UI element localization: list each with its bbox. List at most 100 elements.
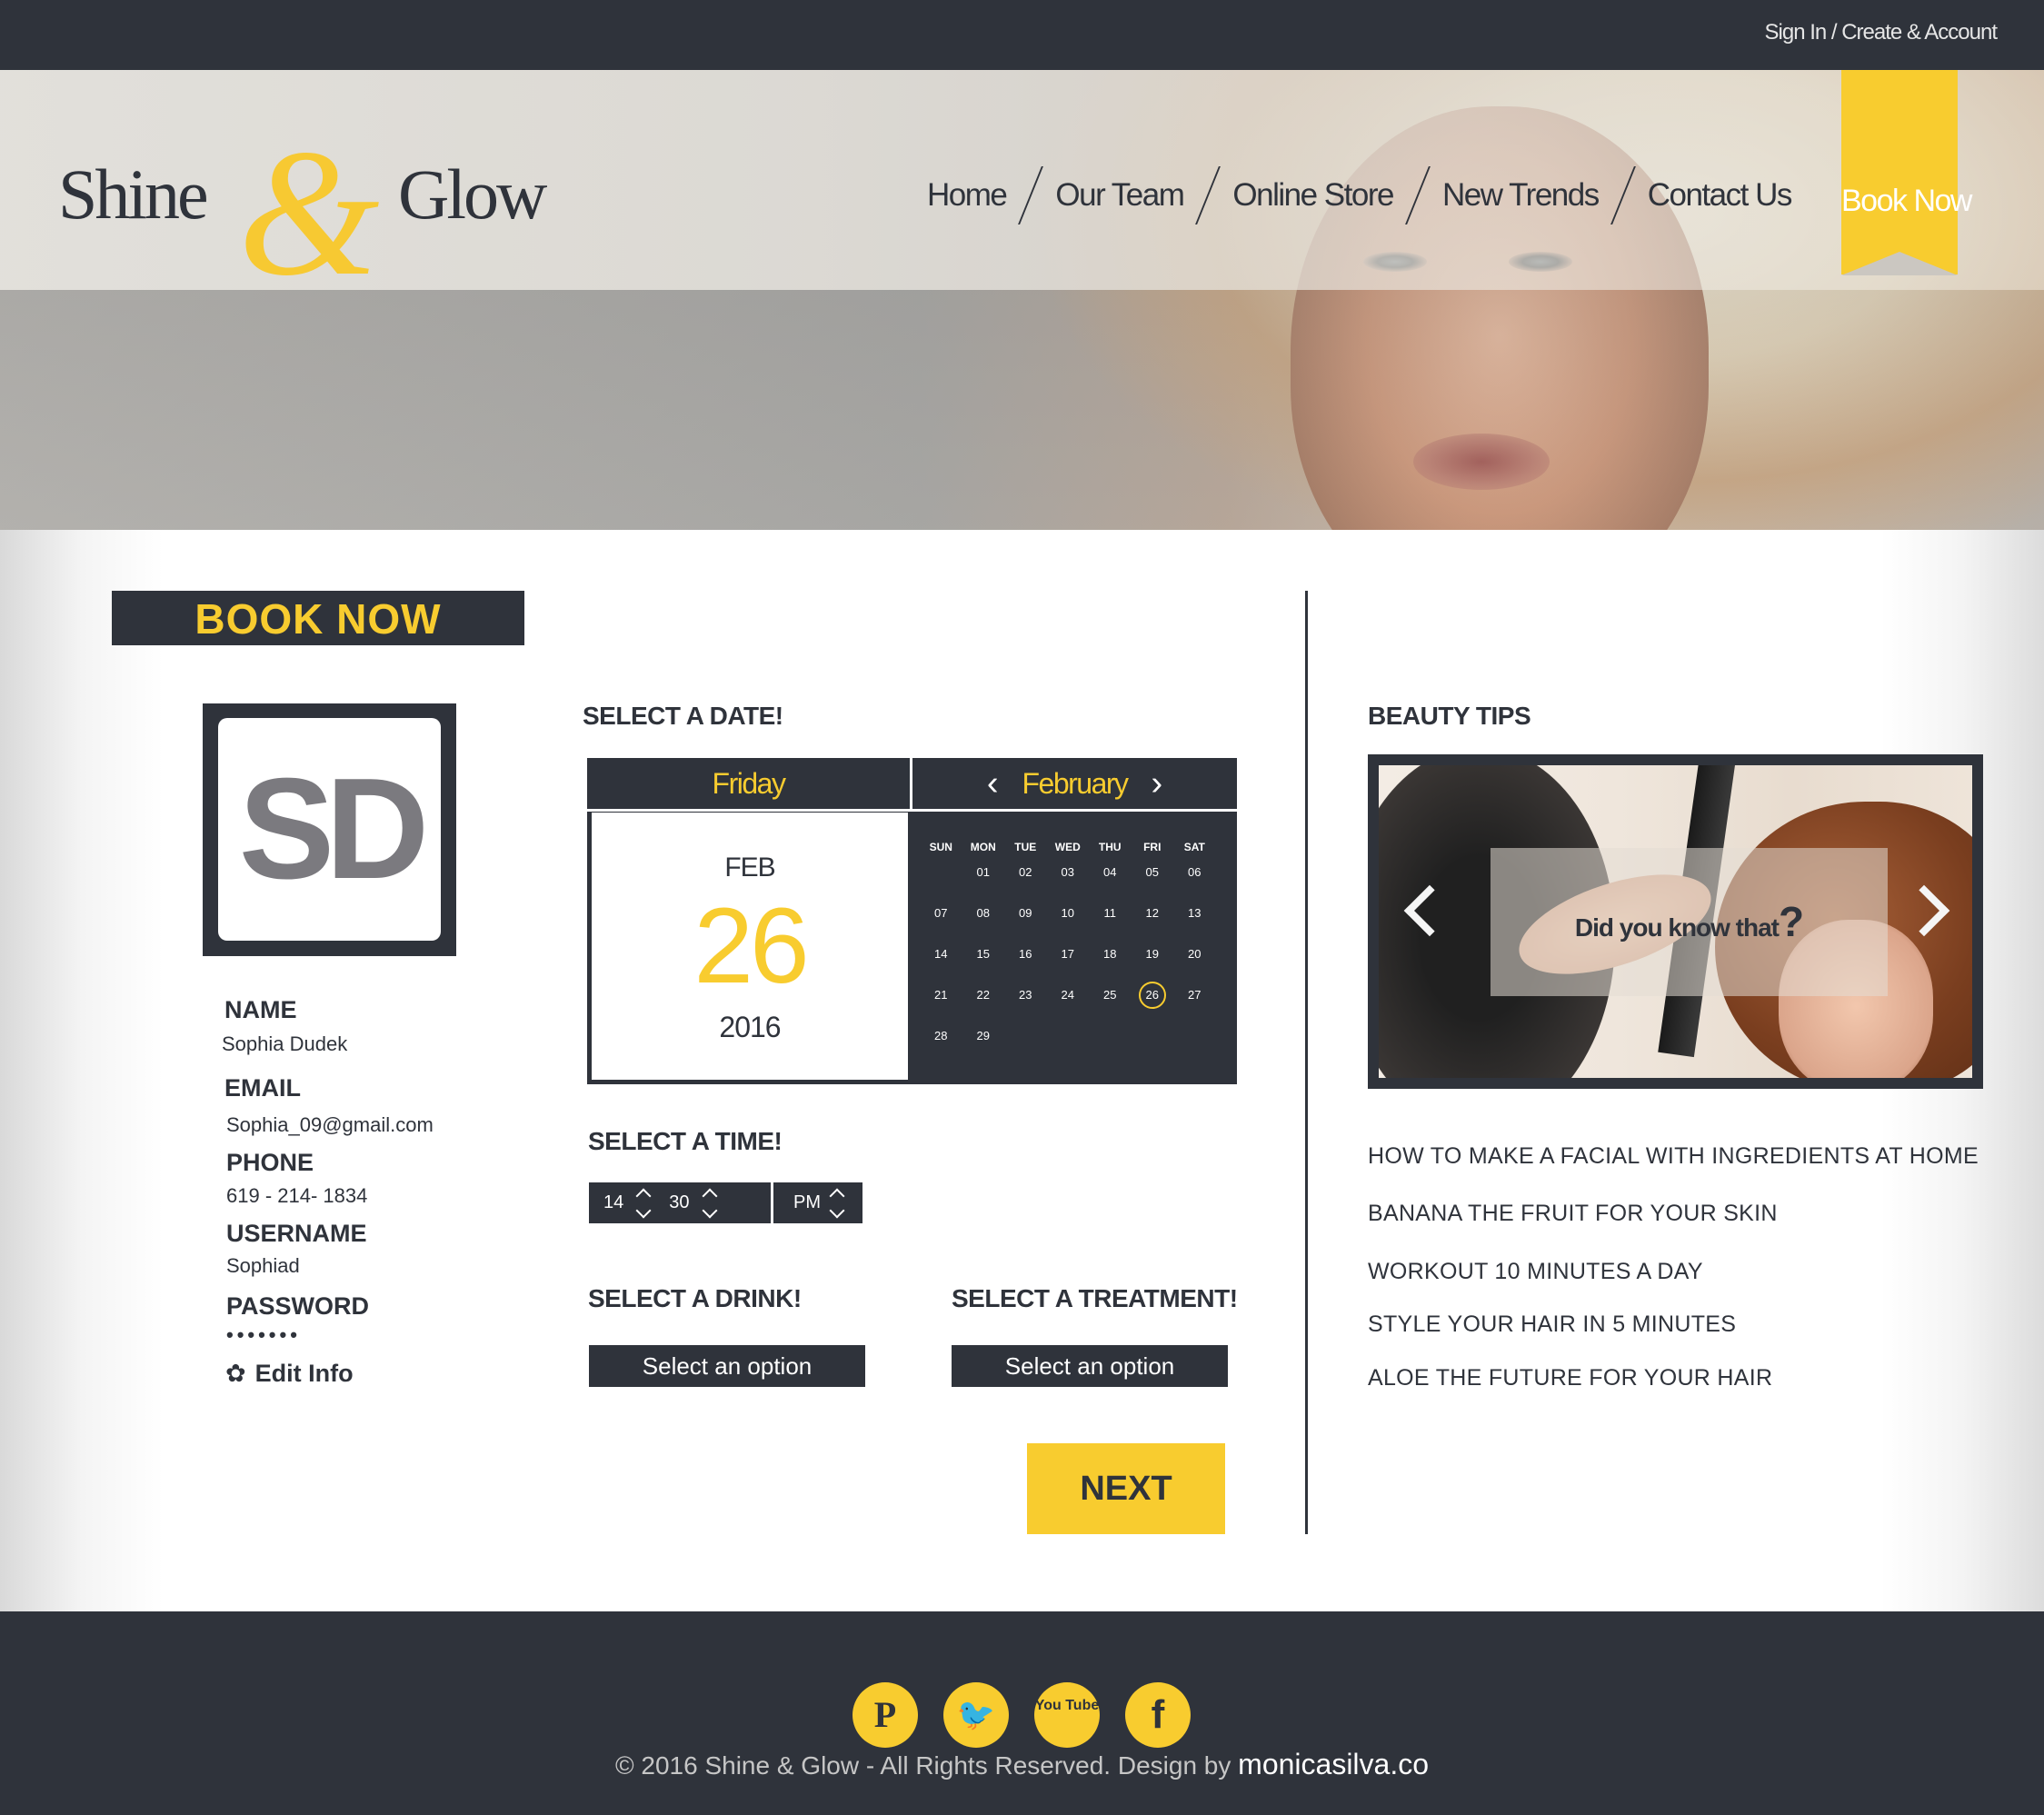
selected-date-display: FEB 26 2016 [592, 813, 908, 1080]
pinterest-icon[interactable]: P [852, 1682, 918, 1748]
calendar-grid: SUN MON TUE WED THU FRI SAT 01 02 03 04 05 06 07 08 09 1… [920, 836, 1227, 1062]
calendar-day[interactable]: 28 [920, 1029, 962, 1042]
calendar-day[interactable]: 11 [1089, 906, 1132, 920]
book-now-ribbon-label: Book Now [1841, 184, 1972, 218]
calendar-day[interactable]: 29 [962, 1029, 1005, 1042]
designer-site-link[interactable]: monicasilva.co [1238, 1748, 1429, 1780]
calendar-day[interactable]: 06 [1173, 865, 1216, 879]
select-drink-heading: SELECT A DRINK! [588, 1284, 802, 1312]
selected-day: 26 [693, 886, 809, 1006]
copyright-label: © 2016 Shine & Glow - All Rights Reserve… [614, 1751, 1239, 1780]
calendar-day[interactable]: 24 [1047, 988, 1090, 1002]
calendar-day[interactable]: 07 [920, 906, 962, 920]
nav-home[interactable]: Home [927, 177, 1008, 214]
calendar-weekday-label: TUE [1014, 841, 1037, 853]
tip-link[interactable]: HOW TO MAKE A FACIAL WITH INGREDIENTS AT… [1368, 1143, 1979, 1170]
facebook-icon[interactable]: f [1125, 1682, 1191, 1748]
calendar-weekday-label: FRI [1143, 841, 1162, 853]
period-up-icon[interactable] [829, 1188, 845, 1203]
nav-separator [1018, 166, 1044, 224]
twitter-icon[interactable]: 🐦 [943, 1682, 1009, 1748]
youtube-icon[interactable]: You Tube [1034, 1682, 1100, 1748]
slide-caption-text: Did you know that [1574, 913, 1780, 942]
period-down-icon[interactable] [829, 1202, 845, 1218]
nav-online-store[interactable]: Online Store [1232, 177, 1394, 214]
calendar-day[interactable]: 20 [1173, 947, 1216, 961]
period-value[interactable]: PM [793, 1192, 821, 1213]
calendar-day[interactable]: 10 [1047, 906, 1090, 920]
period-stepper[interactable]: PM [773, 1182, 862, 1223]
calendar-day[interactable]: 16 [1004, 947, 1047, 961]
phone-label: PHONE [226, 1149, 314, 1176]
calendar-day[interactable]: 13 [1173, 906, 1216, 920]
selected-year: 2016 [719, 1011, 781, 1043]
calendar-header-line [587, 809, 1237, 812]
prev-month-icon[interactable]: ‹ [987, 765, 999, 802]
calendar-weekday-label: MON [970, 841, 996, 853]
calendar-day[interactable]: 19 [1132, 947, 1174, 961]
calendar-day[interactable]: 04 [1089, 865, 1132, 879]
logo-word-shine[interactable]: Shine [58, 154, 209, 235]
calendar-day[interactable]: 23 [1004, 988, 1047, 1002]
minute-value[interactable]: 30 [669, 1192, 689, 1213]
minute-down-icon[interactable] [702, 1202, 717, 1218]
slide-image: Did you know that? [1379, 765, 1972, 1078]
calendar-day[interactable]: 09 [1004, 906, 1047, 920]
signin-link[interactable]: Sign In / Create & Account [1765, 20, 1998, 45]
next-month-icon[interactable]: › [1152, 765, 1163, 802]
calendar-weekday-label: THU [1098, 841, 1122, 853]
calendar-month: February [1022, 766, 1129, 800]
nav-our-team[interactable]: Our Team [1055, 177, 1185, 214]
drink-select[interactable]: Select an option [589, 1345, 865, 1387]
calendar-day[interactable]: 22 [962, 988, 1005, 1002]
hour-minute-stepper[interactable]: 14 30 [589, 1182, 771, 1223]
calendar-day[interactable]: 25 [1089, 988, 1132, 1002]
top-bar: Sign In / Create & Account [0, 0, 2044, 70]
edit-info-button[interactable]: ✿ Edit Info [225, 1360, 354, 1388]
nav-new-trends[interactable]: New Trends [1442, 177, 1600, 214]
hour-down-icon[interactable] [635, 1202, 652, 1218]
email-label: EMAIL [224, 1074, 301, 1102]
book-now-ribbon-button[interactable]: Book Now [1841, 70, 1972, 275]
calendar-day[interactable]: 01 [962, 865, 1005, 879]
calendar-day[interactable]: 12 [1132, 906, 1174, 920]
minute-up-icon[interactable] [702, 1188, 717, 1203]
calendar-week-row: 14 15 16 17 18 19 20 [920, 940, 1227, 968]
period-spinner[interactable] [829, 1188, 845, 1218]
calendar-day[interactable]: 21 [920, 988, 962, 1002]
next-button[interactable]: NEXT [1027, 1443, 1225, 1534]
main-nav: Home Our Team Online Store New Trends Co… [927, 166, 1793, 224]
calendar-day[interactable]: 02 [1004, 865, 1047, 879]
hour-spinner[interactable] [635, 1188, 652, 1218]
calendar-day[interactable]: 15 [962, 947, 1005, 961]
book-now-heading: BOOK NOW [112, 591, 524, 645]
tip-link[interactable]: BANANA THE FRUIT FOR YOUR SKIN [1368, 1201, 1778, 1227]
beauty-tips-heading: BEAUTY TIPS [1368, 702, 1531, 730]
edit-info-label: Edit Info [254, 1360, 354, 1387]
calendar-day[interactable]: 14 [920, 947, 962, 961]
tip-link[interactable]: WORKOUT 10 MINUTES A DAY [1368, 1259, 1703, 1285]
tip-link[interactable]: ALOE THE FUTURE FOR YOUR HAIR [1368, 1365, 1772, 1391]
footer: P 🐦 You Tube f © 2016 Shine & Glow - All… [0, 1611, 2044, 1815]
calendar-day[interactable]: 17 [1047, 947, 1090, 961]
calendar-day[interactable]: 26 [1132, 981, 1174, 1009]
calendar-month-header: ‹ February › [912, 758, 1237, 809]
minute-spinner[interactable] [702, 1188, 717, 1218]
calendar-week-row: 21 22 23 24 25 26 27 [920, 981, 1227, 1009]
calendar-day[interactable]: 08 [962, 906, 1005, 920]
logo-word-glow[interactable]: Glow [398, 154, 547, 235]
nav-separator [1195, 166, 1221, 224]
tip-link[interactable]: STYLE YOUR HAIR IN 5 MINUTES [1368, 1311, 1736, 1338]
hour-value[interactable]: 14 [603, 1192, 623, 1213]
hour-up-icon[interactable] [635, 1188, 652, 1203]
calendar-day[interactable]: 18 [1089, 947, 1132, 961]
calendar-day[interactable]: 05 [1132, 865, 1174, 879]
calendar-weekday-label: SAT [1183, 841, 1205, 853]
treatment-select[interactable]: Select an option [952, 1345, 1228, 1387]
select-treatment-heading: SELECT A TREATMENT! [952, 1284, 1238, 1312]
email-value: Sophia_09@gmail.com [226, 1113, 434, 1136]
calendar-day[interactable]: 03 [1047, 865, 1090, 879]
calendar-day[interactable]: 27 [1173, 988, 1216, 1002]
slide-caption-mark: ? [1779, 898, 1804, 945]
nav-contact-us[interactable]: Contact Us [1648, 177, 1793, 214]
